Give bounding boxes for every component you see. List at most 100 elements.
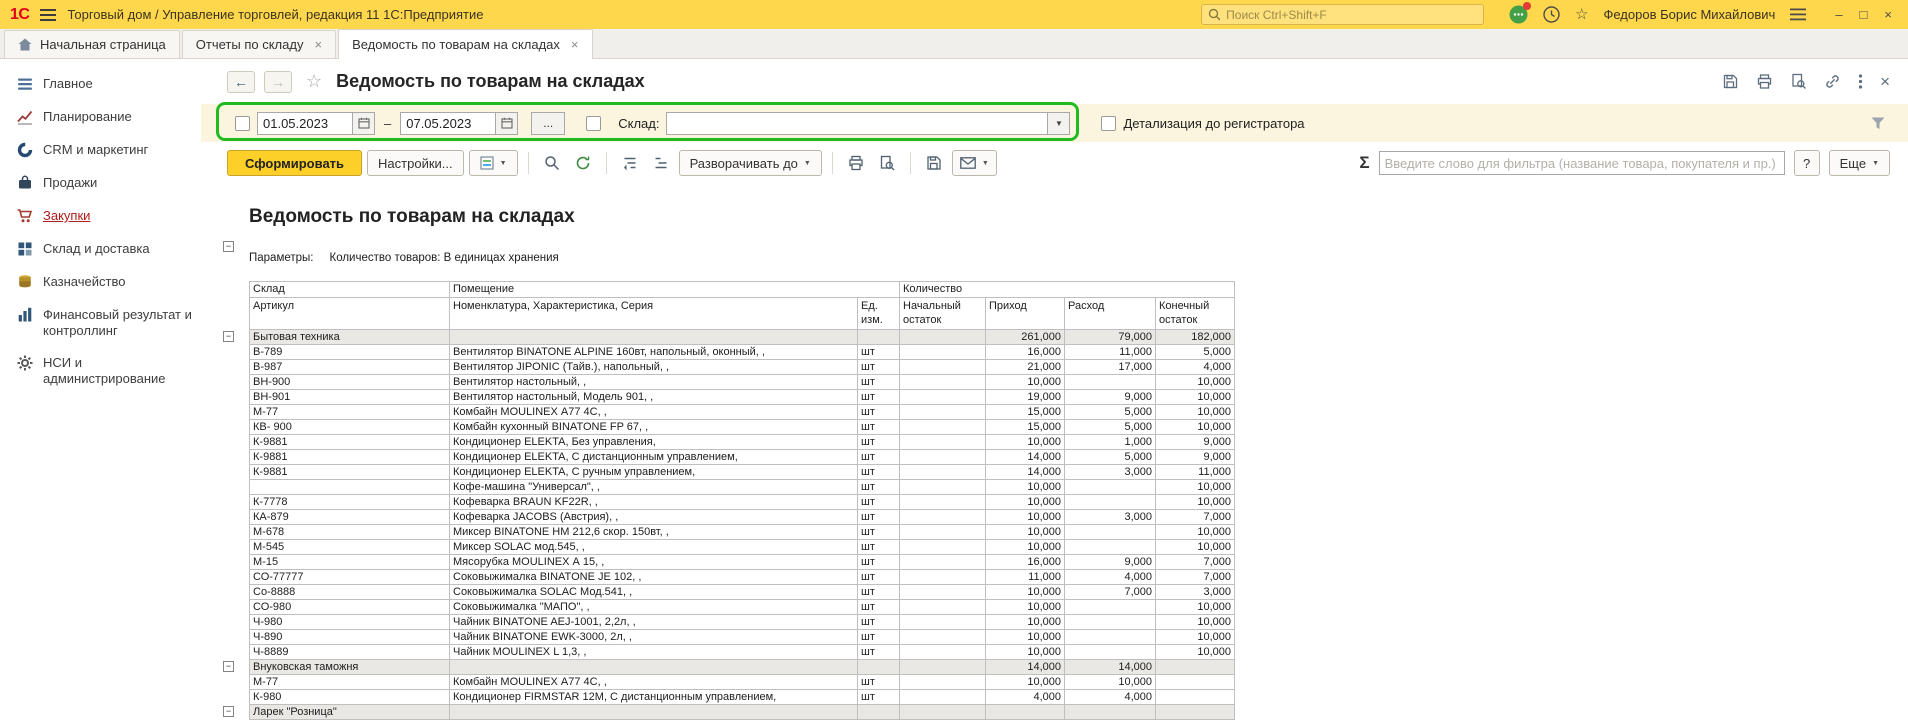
tab-bar: Начальная страница Отчеты по складу × Ве… [0, 29, 1908, 59]
row-gutter [221, 345, 249, 360]
chevron-down-icon[interactable]: ▼ [1048, 112, 1070, 135]
print-button[interactable] [843, 150, 869, 176]
back-button[interactable]: ← [227, 71, 255, 93]
tab-goods-statement[interactable]: Ведомость по товарам на складах × [338, 29, 592, 59]
report-item-row[interactable]: КВ- 900Комбайн кухонный BINATONE FP 67, … [221, 420, 1235, 435]
maximize-icon[interactable]: □ [1860, 8, 1868, 21]
forward-button[interactable]: → [264, 71, 292, 93]
detail-checkbox[interactable] [1101, 116, 1116, 131]
preview-icon[interactable] [1790, 73, 1807, 90]
service-menu-icon[interactable] [1790, 8, 1806, 21]
report-item-row[interactable]: СО-77777Соковыжималка BINATONE JE 102, ,… [221, 570, 1235, 585]
report-item-row[interactable]: ВН-900Вентилятор настольный, ,шт10,00010… [221, 375, 1235, 390]
sidebar-item-sales[interactable]: Продажи [0, 167, 201, 200]
sidebar-item-warehouse[interactable]: Склад и доставка [0, 233, 201, 266]
warehouse-input[interactable] [666, 112, 1048, 135]
expand-to-button[interactable]: Разворачивать до ▼ [679, 150, 822, 176]
report-group-row[interactable]: −Внуковская таможня14,00014,000 [221, 660, 1235, 675]
report-variant-button[interactable]: ▼ [469, 150, 518, 176]
sidebar-item-nsi[interactable]: НСИ и администрирование [0, 347, 201, 395]
search-button[interactable] [539, 150, 565, 176]
period-options-button[interactable]: ... [531, 112, 565, 135]
settings-button[interactable]: Настройки... [367, 150, 464, 176]
expand-groups-button[interactable] [648, 150, 674, 176]
save-result-button[interactable] [921, 150, 947, 176]
main-menu-icon[interactable] [40, 8, 56, 22]
generate-button[interactable]: Сформировать [227, 150, 362, 176]
report-item-row[interactable]: К-9881Кондиционер ELEKTA, Без управления… [221, 435, 1235, 450]
collapse-group-icon[interactable]: − [223, 661, 234, 672]
period-checkbox[interactable] [235, 116, 250, 131]
collapse-group-icon[interactable]: − [223, 706, 234, 717]
window-controls: – □ × [1835, 8, 1892, 21]
date-to-input[interactable] [400, 112, 496, 135]
more-button[interactable]: Еще ▼ [1829, 150, 1890, 176]
report-group-row[interactable]: −Ларек "Розница" [221, 705, 1235, 720]
print-icon[interactable] [1756, 73, 1773, 90]
report-item-row[interactable]: Ч-890Чайник BINATONE EWK-3000, 2л, ,шт10… [221, 630, 1235, 645]
calendar-icon[interactable] [353, 112, 375, 135]
table-cell: 10,000 [986, 495, 1065, 510]
more-actions-icon[interactable] [1858, 73, 1863, 90]
report-item-row[interactable]: Со-8888Соковыжималка SOLAC Мод.541, ,шт1… [221, 585, 1235, 600]
print-preview-button[interactable] [874, 150, 900, 176]
sidebar-item-main[interactable]: Главное [0, 68, 201, 101]
tab-close-icon[interactable]: × [314, 37, 322, 52]
report-item-row[interactable]: К-7778Кофеварка BRAUN KF22R, ,шт10,00010… [221, 495, 1235, 510]
add-favorite-icon[interactable]: ☆ [306, 71, 322, 92]
refresh-search-button[interactable] [570, 150, 596, 176]
date-from-input[interactable] [257, 112, 353, 135]
report-item-row[interactable]: Ч-980Чайник BINATONE AEJ-1001, 2,2л, ,шт… [221, 615, 1235, 630]
send-email-button[interactable]: ▼ [952, 150, 997, 176]
autosum-icon[interactable]: Σ [1359, 153, 1369, 173]
form-close-icon[interactable]: × [1880, 74, 1890, 90]
table-cell: 10,000 [986, 510, 1065, 525]
tab-close-icon[interactable]: × [571, 37, 579, 52]
report-item-row[interactable]: Кофе-машина "Универсал", ,шт10,00010,000 [221, 480, 1235, 495]
tab-warehouse-reports[interactable]: Отчеты по складу × [182, 30, 336, 58]
minimize-icon[interactable]: – [1835, 8, 1842, 21]
report-item-row[interactable]: В-987Вентилятор JIPONIC (Тайв.), напольн… [221, 360, 1235, 375]
report-variant-icon [480, 156, 494, 170]
report-item-row[interactable]: КА-879Кофеварка JACOBS (Австрия), ,шт10,… [221, 510, 1235, 525]
report-item-row[interactable]: М-77Комбайн MOULINEX А77 4С, ,шт15,0005,… [221, 405, 1235, 420]
collapse-groups-button[interactable] [617, 150, 643, 176]
history-icon[interactable] [1543, 6, 1560, 23]
report-item-row[interactable]: М-678Миксер BINATONE HM 212,6 скор. 150в… [221, 525, 1235, 540]
sidebar-item-crm[interactable]: CRM и маркетинг [0, 134, 201, 167]
current-user[interactable]: Федоров Борис Михайлович [1603, 7, 1775, 22]
favorites-icon[interactable]: ☆ [1575, 7, 1588, 22]
link-icon[interactable] [1824, 73, 1841, 90]
table-cell: 10,000 [1156, 540, 1235, 555]
warehouse-checkbox[interactable] [586, 116, 601, 131]
save-icon[interactable] [1722, 73, 1739, 90]
sidebar-item-finresult[interactable]: Финансовый результат и контроллинг [0, 299, 201, 347]
global-search-input[interactable] [1226, 8, 1477, 22]
discussions-icon[interactable] [1509, 5, 1528, 24]
report-item-row[interactable]: ВН-901Вентилятор настольный, Модель 901,… [221, 390, 1235, 405]
report-item-row[interactable]: М-15Мясорубка MOULINEX А 15, ,шт16,0009,… [221, 555, 1235, 570]
window-close-icon[interactable]: × [1884, 8, 1892, 21]
filter-settings-icon[interactable] [1870, 116, 1886, 131]
help-button[interactable]: ? [1794, 150, 1820, 176]
report-item-row[interactable]: М-545Миксер SOLAC мод.545, ,шт10,00010,0… [221, 540, 1235, 555]
calendar-icon[interactable] [496, 112, 518, 135]
report-item-row[interactable]: Ч-8889Чайник MOULINEX L 1,3, ,шт10,00010… [221, 645, 1235, 660]
sidebar-item-planning[interactable]: Планирование [0, 101, 201, 134]
sidebar-item-purchases[interactable]: Закупки [0, 200, 201, 233]
collapse-group-icon[interactable]: − [223, 331, 234, 342]
report-item-row[interactable]: В-789Вентилятор BINATONE ALPINE 160вт, н… [221, 345, 1235, 360]
collapse-report-icon[interactable]: − [223, 241, 234, 252]
report-item-row[interactable]: К-980Кондиционер FIRMSTAR 12M, С дистанц… [221, 690, 1235, 705]
report-item-row[interactable]: СО-980Соковыжималка "МАПО", ,шт10,00010,… [221, 600, 1235, 615]
report-item-row[interactable]: К-9881Кондиционер ELEKTA, С ручным управ… [221, 465, 1235, 480]
sidebar-item-treasury[interactable]: Казначейство [0, 266, 201, 299]
column-header: Склад [249, 281, 450, 298]
report-item-row[interactable]: М-77Комбайн MOULINEX А77 4С, ,шт10,00010… [221, 675, 1235, 690]
report-canvas[interactable]: Ведомость по товарам на складах − Параме… [201, 184, 1908, 720]
report-group-row[interactable]: −Бытовая техника261,00079,000182,000 [221, 330, 1235, 345]
quick-filter-input[interactable] [1379, 151, 1785, 175]
report-item-row[interactable]: К-9881Кондиционер ELEKTA, С дистанционны… [221, 450, 1235, 465]
tab-home[interactable]: Начальная страница [4, 30, 180, 58]
global-search-field[interactable] [1201, 4, 1484, 25]
